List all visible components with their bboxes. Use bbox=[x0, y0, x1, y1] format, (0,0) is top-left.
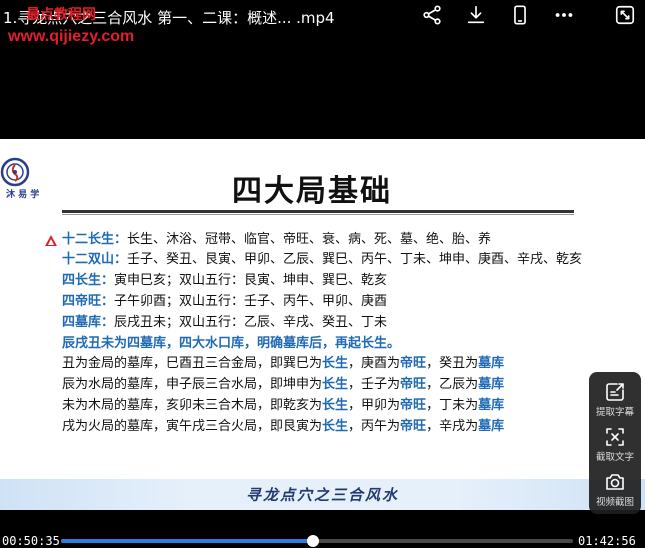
highlight-text: 长生 bbox=[322, 377, 349, 392]
highlight-text: 帝旺 bbox=[400, 398, 427, 413]
line-text: ，乙辰为 bbox=[426, 377, 479, 392]
line-label: 四长生： bbox=[62, 273, 115, 288]
line-text: 长生、沐浴、冠带、临官、帝旺、衰、病、死、墓、绝、胎、养 bbox=[127, 232, 492, 247]
highlight-text: 帝旺 bbox=[400, 356, 427, 371]
line-label: 十二长生： bbox=[62, 232, 128, 247]
video-frame-slide: 沐 易 学 四大局基础 十二长生：长生、沐浴、冠带、临官、帝旺、衰、病、死、墓、… bbox=[0, 139, 645, 510]
watermark-text: 最点教程网 bbox=[26, 7, 96, 23]
slide-title: 四大局基础 bbox=[232, 174, 392, 209]
line-text: 辰戌丑未；双山五行：乙辰、辛戌、癸丑、丁未 bbox=[114, 315, 388, 330]
extract-subtitle-button[interactable]: 提取字幕 bbox=[589, 378, 641, 422]
slide-line: 辰为水局的墓库，申子辰三合水局，即坤申为长生，壬子为帝旺，乙辰为墓库 bbox=[62, 376, 504, 394]
bottom-bar bbox=[0, 527, 645, 548]
highlight-text: 墓库 bbox=[478, 377, 505, 392]
exit-fullscreen-icon[interactable] bbox=[613, 3, 637, 27]
download-icon[interactable] bbox=[464, 3, 488, 27]
slide-line: 十二长生：长生、沐浴、冠带、临官、帝旺、衰、病、死、墓、绝、胎、养 bbox=[62, 231, 491, 249]
capture-text-button[interactable]: 截取文字 bbox=[589, 423, 641, 467]
highlight-text: 帝旺 bbox=[400, 377, 427, 392]
line-text: 未为木局的墓库，亥卯未三合木局，即乾亥为 bbox=[62, 398, 323, 413]
line-text: ，甲卯为 bbox=[348, 398, 401, 413]
title-divider bbox=[62, 210, 574, 213]
more-icon[interactable] bbox=[552, 3, 576, 27]
extract-subtitle-icon bbox=[605, 382, 625, 402]
slide-line: 辰戌丑未为四墓库，四大水口库，明确墓库后，再起长生。 bbox=[62, 335, 400, 353]
capture-text-label: 截取文字 bbox=[595, 452, 634, 463]
total-time: 01:42:56 bbox=[578, 534, 636, 548]
logo-text: 沐 易 学 bbox=[6, 190, 40, 200]
watermark-url: www.qijiezy.com bbox=[8, 28, 135, 45]
highlight-text: 帝旺 bbox=[400, 419, 427, 434]
slide-line: 丑为金局的墓库，巳酉丑三合金局，即巽巳为长生，庚酉为帝旺，癸丑为墓库 bbox=[62, 355, 504, 373]
line-label: 四帝旺： bbox=[62, 294, 115, 309]
line-text: ，癸丑为 bbox=[426, 356, 479, 371]
line-text: 辰为水局的墓库，申子辰三合水局，即坤申为 bbox=[62, 377, 323, 392]
side-tool-panel: 提取字幕 截取文字 视频截图 bbox=[589, 372, 641, 514]
line-text: ，丁未为 bbox=[426, 398, 479, 413]
line-label: 辰戌丑未为四墓库，四大水口库，明确墓库后，再起长生。 bbox=[62, 336, 401, 351]
line-text: ，丙午为 bbox=[348, 419, 401, 434]
slide-line: 戌为火局的墓库，寅午戌三合火局，即艮寅为长生，丙午为帝旺，辛戌为墓库 bbox=[62, 418, 504, 436]
video-screenshot-label: 视频截图 bbox=[595, 497, 634, 508]
title-divider-thin bbox=[62, 214, 574, 215]
chevron-right-icon[interactable] bbox=[630, 289, 644, 307]
slide-footer-text: 寻龙点穴之三合风水 bbox=[245, 486, 399, 504]
highlight-text: 长生 bbox=[322, 419, 349, 434]
slide-line: 四帝旺：子午卯酉；双山五行：壬子、丙午、甲卯、庚酉 bbox=[62, 293, 387, 311]
capture-text-icon bbox=[605, 427, 625, 447]
line-text: 子午卯酉；双山五行：壬子、丙午、甲卯、庚酉 bbox=[114, 294, 388, 309]
line-text: 壬子、癸丑、艮寅、甲卯、乙辰、巽巳、丙午、丁未、坤申、庚酉、辛戌、乾亥 bbox=[127, 252, 583, 267]
video-screenshot-button[interactable]: 视频截图 bbox=[589, 468, 641, 512]
slide-line: 四墓库：辰戌丑未；双山五行：乙辰、辛戌、癸丑、丁未 bbox=[62, 314, 387, 332]
phone-icon[interactable] bbox=[508, 3, 532, 27]
progress-fill bbox=[61, 539, 313, 543]
line-text: 丑为金局的墓库，巳酉丑三合金局，即巽巳为 bbox=[62, 356, 323, 371]
slide-line: 未为木局的墓库，亥卯未三合木局，即乾亥为长生，甲卯为帝旺，丁未为墓库 bbox=[62, 397, 504, 415]
highlight-text: 长生 bbox=[322, 398, 349, 413]
highlight-text: 长生 bbox=[322, 356, 349, 371]
line-label: 四墓库： bbox=[62, 315, 115, 330]
line-text: 戌为火局的墓库，寅午戌三合火局，即艮寅为 bbox=[62, 419, 323, 434]
camera-icon bbox=[605, 472, 625, 492]
highlight-text: 墓库 bbox=[478, 356, 505, 371]
current-time: 00:50:35 bbox=[2, 534, 60, 548]
share-icon[interactable] bbox=[420, 3, 444, 27]
triangle-marker-inner bbox=[48, 239, 54, 245]
line-text: ，壬子为 bbox=[348, 377, 401, 392]
highlight-text: 墓库 bbox=[478, 419, 505, 434]
highlight-text: 墓库 bbox=[478, 398, 505, 413]
line-text: 寅申巳亥；双山五行：艮寅、坤申、巽巳、乾亥 bbox=[114, 273, 388, 288]
line-label: 十二双山： bbox=[62, 252, 128, 267]
line-text: ，辛戌为 bbox=[426, 419, 479, 434]
extract-subtitle-label: 提取字幕 bbox=[595, 407, 634, 418]
line-text: ，庚酉为 bbox=[348, 356, 401, 371]
slide-line: 四长生：寅申巳亥；双山五行：艮寅、坤申、巽巳、乾亥 bbox=[62, 272, 387, 290]
slide-line: 十二双山：壬子、癸丑、艮寅、甲卯、乙辰、巽巳、丙午、丁未、坤申、庚酉、辛戌、乾亥 bbox=[62, 251, 582, 269]
progress-knob[interactable] bbox=[306, 535, 319, 547]
